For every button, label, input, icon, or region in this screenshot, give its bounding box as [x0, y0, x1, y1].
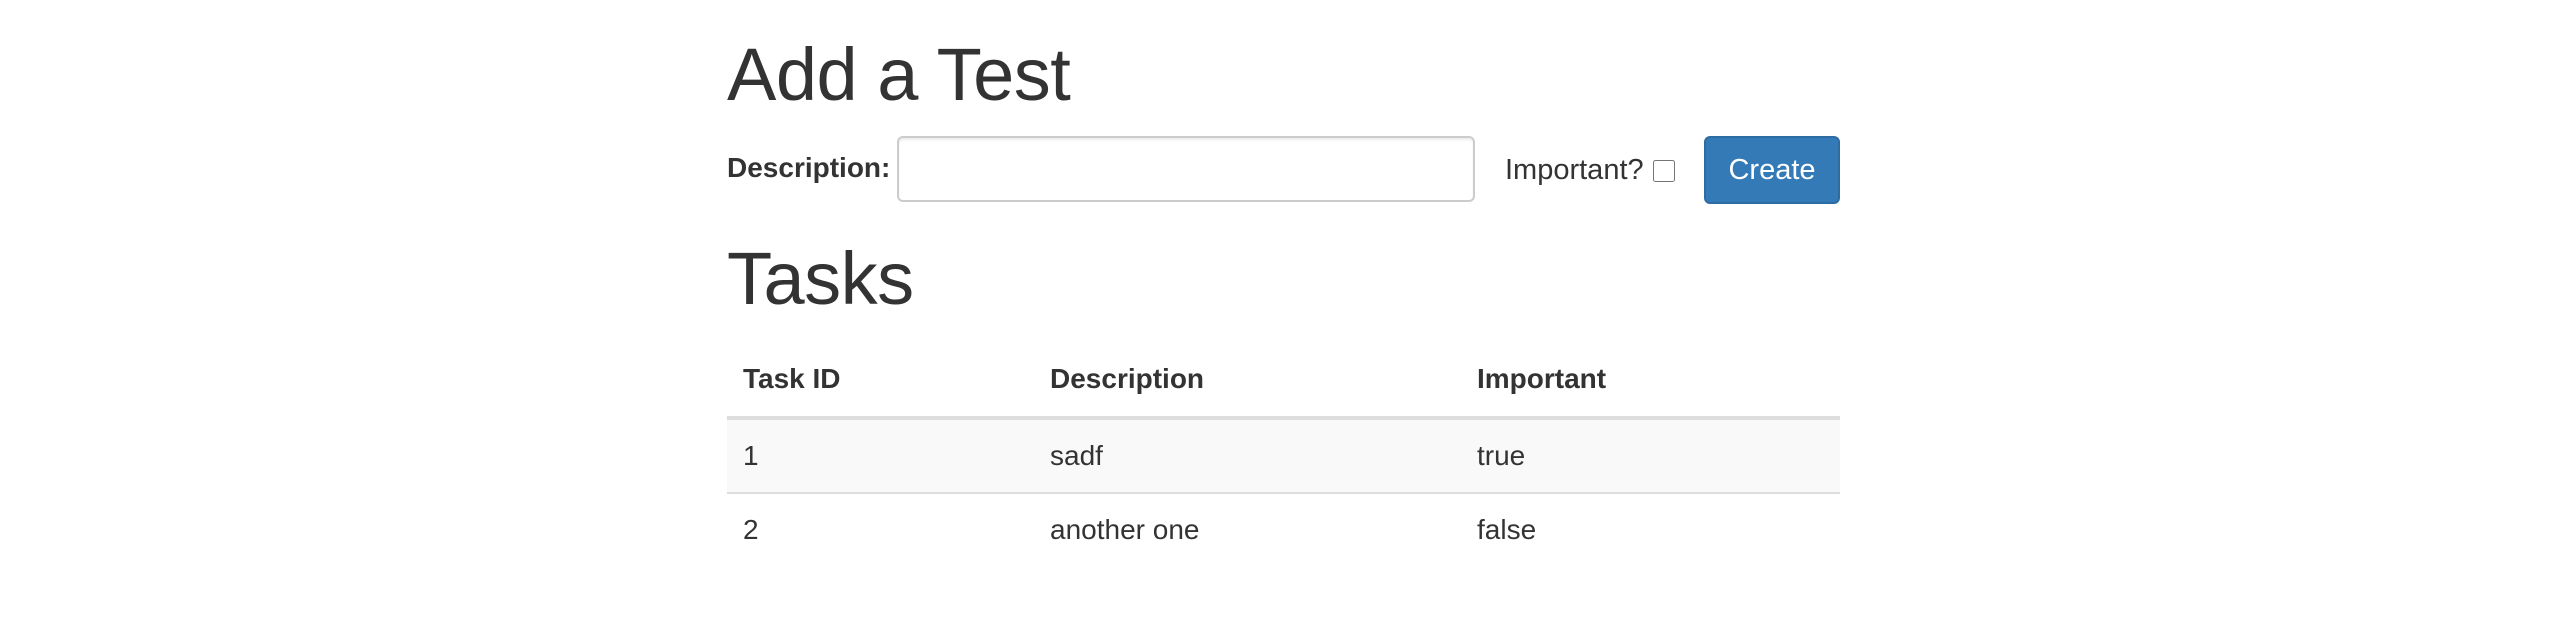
table-row: 1 sadf true: [727, 418, 1840, 493]
table-row: 2 another one false: [727, 492, 1840, 566]
important-checkbox[interactable]: [1653, 160, 1675, 182]
column-header-task-id: Task ID: [727, 342, 1034, 420]
add-test-form: Description: Important? Create: [727, 136, 1840, 206]
task-important-cell: true: [1477, 440, 1526, 471]
tasks-heading: Tasks: [727, 237, 914, 320]
important-label: Important?: [1505, 154, 1644, 186]
add-test-heading: Add a Test: [727, 33, 1071, 116]
create-button[interactable]: Create: [1704, 136, 1840, 204]
task-id-cell: 1: [743, 440, 759, 471]
page: Add a Test Description: Important? Creat…: [0, 0, 2560, 638]
tasks-table-body: 1 sadf true 2 another one false: [727, 418, 1840, 566]
task-description-cell: sadf: [1050, 440, 1103, 471]
description-input[interactable]: [897, 136, 1475, 202]
column-header-important: Important: [1461, 342, 1840, 420]
task-id-cell: 2: [727, 492, 1034, 566]
task-important-cell: false: [1461, 492, 1840, 566]
task-description-cell: another one: [1034, 492, 1461, 566]
tasks-table-header: Task ID Description Important: [727, 342, 1840, 420]
tasks-table: Task ID Description Important 1 sadf tru…: [727, 342, 1840, 566]
description-label: Description:: [727, 152, 891, 183]
header-row: Task ID Description Important: [727, 342, 1840, 420]
column-header-description: Description: [1034, 342, 1461, 420]
